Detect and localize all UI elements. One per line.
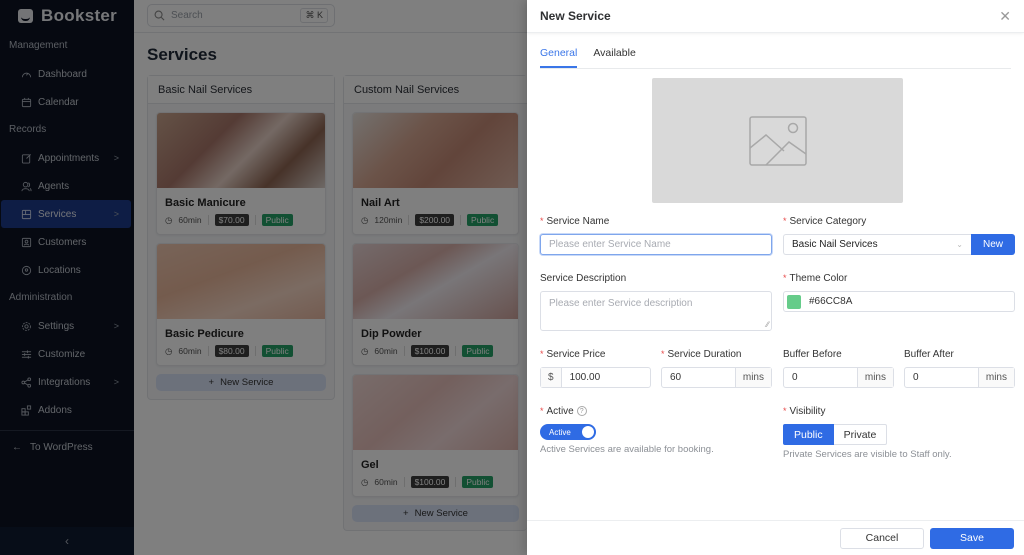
visibility-help-text: Private Services are visible to Staff on… [783, 449, 952, 460]
service-price-field: * Service Price $ 100.00 [540, 349, 651, 388]
buffer-after-label: Buffer After [904, 349, 954, 360]
service-description-placeholder: Please enter Service description [549, 298, 693, 309]
service-description-field: Service Description Please enter Service… [540, 273, 772, 331]
service-description-textarea[interactable]: Please enter Service description ∕∕ [540, 291, 772, 331]
service-description-label: Service Description [540, 273, 627, 284]
service-name-field: * Service Name Please enter Service Name [540, 216, 772, 255]
buffer-before-label: Buffer Before [783, 349, 842, 360]
service-name-label: * Service Name [540, 216, 610, 227]
buffer-before-field: Buffer Before 0 mins [783, 349, 894, 388]
buffer-after-field: Buffer After 0 mins [904, 349, 1015, 388]
service-duration-input[interactable]: 60 mins [661, 367, 772, 388]
new-category-button[interactable]: New [971, 234, 1015, 255]
drawer-footer: Cancel Save [527, 520, 1024, 555]
mins-suffix: mins [977, 368, 1014, 387]
mins-suffix: mins [734, 368, 771, 387]
visibility-label: * Visibility [783, 406, 826, 417]
visibility-field: * Visibility Public Private Private Servi… [783, 406, 1015, 460]
service-category-select[interactable]: Basic Nail Services ⌄ [783, 234, 971, 255]
help-icon[interactable]: ? [576, 406, 587, 417]
toggle-label: Active [549, 427, 571, 437]
resize-handle-icon[interactable]: ∕∕ [766, 320, 769, 329]
save-button[interactable]: Save [930, 527, 1014, 549]
image-placeholder-icon [748, 115, 807, 166]
buffer-before-value: 0 [792, 372, 798, 383]
visibility-segmented: Public Private [783, 424, 1015, 445]
service-category-field: * Service Category Basic Nail Services ⌄ … [783, 216, 1015, 255]
buffer-after-input[interactable]: 0 mins [904, 367, 1015, 388]
service-duration-label: * Service Duration [661, 349, 742, 360]
currency-prefix: $ [541, 368, 562, 387]
modal-overlay[interactable] [0, 0, 527, 555]
buffer-before-input[interactable]: 0 mins [783, 367, 894, 388]
service-duration-value: 60 [670, 372, 682, 383]
mins-suffix: mins [856, 368, 893, 387]
active-field: * Active? Active Active Services are avai… [540, 406, 772, 455]
visibility-public-option[interactable]: Public [783, 424, 834, 445]
visibility-private-option[interactable]: Private [833, 424, 888, 445]
service-price-input[interactable]: $ 100.00 [540, 367, 651, 388]
cancel-button[interactable]: Cancel [840, 527, 924, 549]
service-price-label: * Service Price [540, 349, 606, 360]
chevron-down-icon: ⌄ [956, 240, 963, 249]
theme-color-value: #66CC8A [809, 296, 853, 307]
new-service-drawer: New Service ✕ General Available * Service… [527, 0, 1024, 555]
active-label: * Active? [540, 406, 772, 417]
image-upload[interactable] [652, 78, 903, 203]
active-toggle[interactable]: Active [540, 424, 596, 440]
drawer-title: New Service [540, 9, 611, 23]
service-name-input[interactable]: Please enter Service Name [540, 234, 772, 255]
theme-color-label: * Theme Color [783, 273, 848, 284]
service-price-value: 100.00 [569, 372, 601, 383]
theme-color-field: * Theme Color #66CC8A [783, 273, 1015, 312]
toggle-knob [582, 426, 594, 438]
tab-general[interactable]: General [540, 47, 578, 68]
buffer-after-value: 0 [913, 372, 919, 383]
service-name-placeholder: Please enter Service Name [549, 239, 671, 250]
service-duration-field: * Service Duration 60 mins [661, 349, 772, 388]
tab-available[interactable]: Available [593, 47, 635, 68]
drawer-tabs: General Available [540, 47, 1011, 69]
drawer-header: New Service ✕ [527, 0, 1024, 33]
close-icon[interactable]: ✕ [999, 8, 1011, 25]
service-category-label: * Service Category [783, 216, 867, 227]
theme-color-input[interactable]: #66CC8A [783, 291, 1015, 312]
color-swatch[interactable] [787, 294, 801, 309]
selected-category: Basic Nail Services [792, 239, 878, 250]
active-help-text: Active Services are available for bookin… [540, 444, 714, 455]
